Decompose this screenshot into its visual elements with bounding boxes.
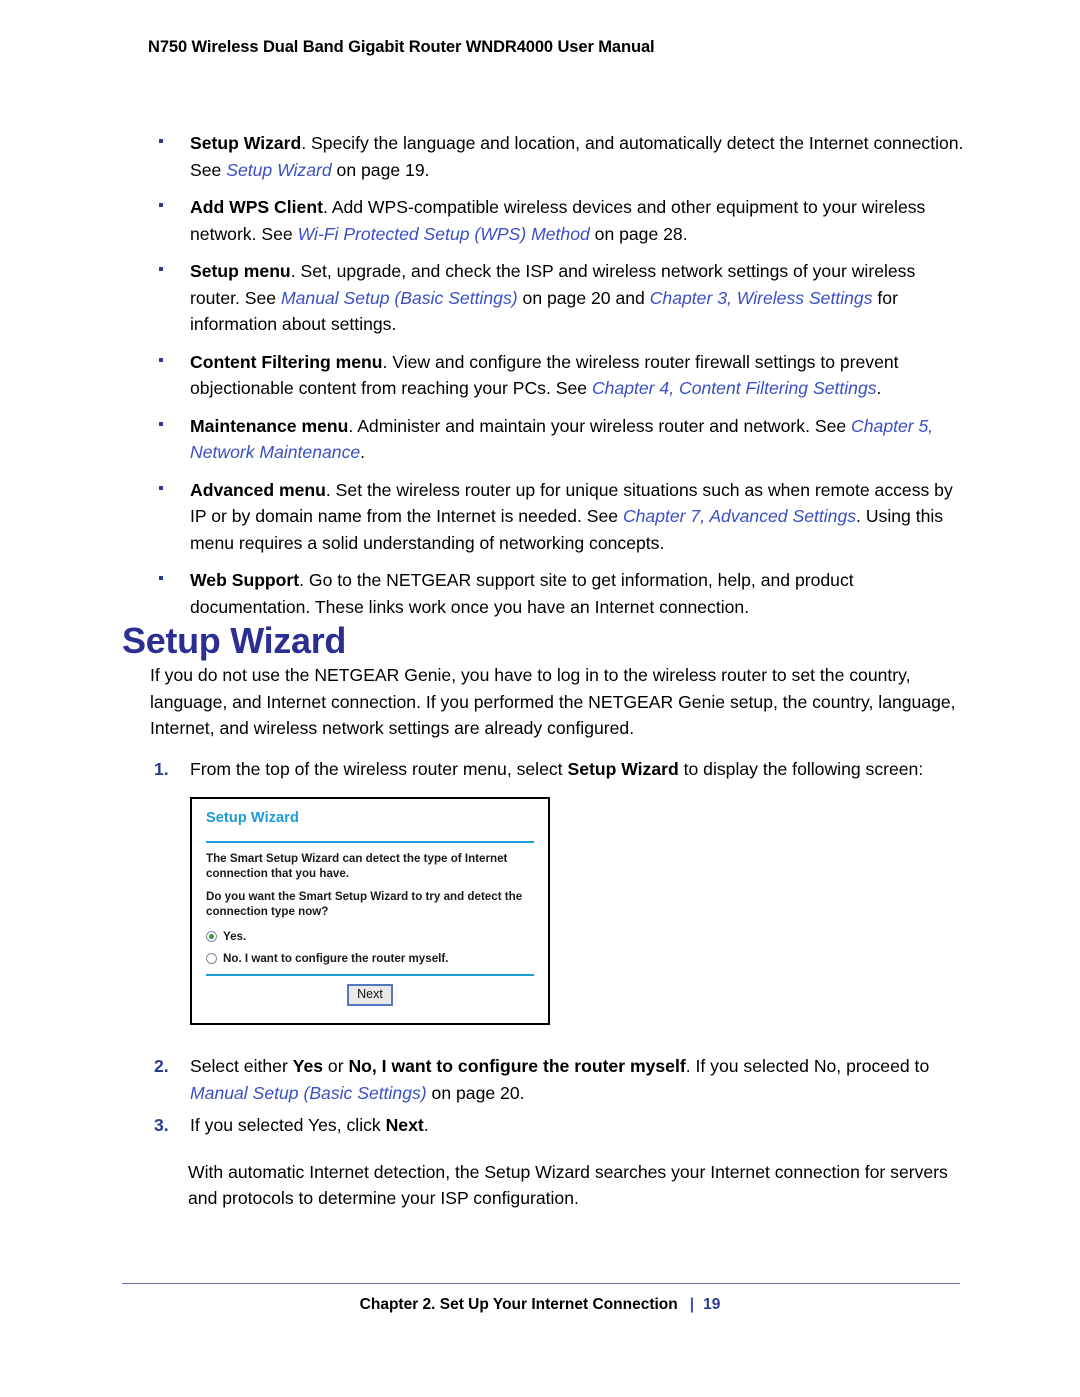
figure-button-row: Next [206, 984, 534, 1006]
page-footer: Chapter 2. Set Up Your Internet Connecti… [0, 1296, 1080, 1314]
figure-radio-group: Yes. No. I want to configure the router … [206, 930, 534, 965]
closing-paragraph: With automatic Internet detection, the S… [188, 1161, 948, 1209]
radio-option-yes[interactable]: Yes. [206, 930, 534, 943]
radio-button-selected-icon[interactable] [206, 931, 217, 942]
step-emphasis: Next [385, 1115, 424, 1135]
step-emphasis: No, I want to configure the router mysel… [348, 1056, 686, 1076]
figure-inner: Setup Wizard The Smart Setup Wizard can … [192, 799, 548, 1006]
footer-divider [122, 1283, 960, 1284]
cross-reference-link[interactable]: Wi-Fi Protected Setup (WPS) Method [298, 224, 590, 244]
bullet-marker-icon [159, 485, 163, 490]
step-number: 1. [154, 758, 169, 779]
footer-separator: | [689, 1296, 695, 1313]
bullet-marker-icon [159, 576, 163, 580]
bullet-text: on page 19. [331, 159, 430, 180]
list-item: Setup menu. Set, upgrade, and check the … [150, 258, 970, 338]
figure-panel-title: Setup Wizard [206, 810, 299, 826]
feature-bullet-list: Setup Wizard. Specify the language and l… [150, 130, 970, 620]
cross-reference-link[interactable]: Manual Setup (Basic Settings) [281, 288, 518, 308]
bullet-text: . [360, 442, 366, 462]
footer-chapter-label: Chapter 2. Set Up Your Internet Connecti… [359, 1296, 678, 1313]
list-item: Content Filtering menu. View and configu… [150, 349, 970, 402]
step-text: . If you selected No, proceed to [685, 1056, 930, 1076]
page-title: Setup Wizard [122, 620, 347, 662]
bullet-lead: Setup Wizard [190, 133, 302, 153]
step-text: If you selected Yes, click [190, 1115, 386, 1135]
list-item: Setup Wizard. Specify the language and l… [150, 130, 970, 183]
cross-reference-link[interactable]: Chapter 4, Content Filtering Settings [592, 378, 877, 398]
bullet-lead: Setup menu [190, 261, 291, 281]
step-text: or [323, 1056, 349, 1076]
figure-paragraph-2: Do you want the Smart Setup Wizard to tr… [206, 890, 523, 918]
bullet-marker-icon [159, 421, 163, 426]
intro-paragraph: If you do not use the NETGEAR Genie, you… [150, 665, 956, 738]
figure-divider-bottom [206, 974, 534, 976]
bullet-list-region: Setup Wizard. Specify the language and l… [150, 130, 970, 631]
radio-option-label: Yes. [223, 930, 247, 943]
setup-wizard-screenshot-figure: Setup Wizard The Smart Setup Wizard can … [190, 797, 550, 1025]
step-emphasis: Yes [292, 1056, 324, 1076]
bullet-lead: Add WPS Client [190, 197, 323, 217]
list-item: Web Support. Go to the NETGEAR support s… [150, 567, 970, 620]
step-3: 3. If you selected Yes, click Next. [150, 1112, 970, 1139]
step-1: 1. From the top of the wireless router me… [150, 756, 970, 783]
step-text: From the top of the wireless router menu… [190, 758, 568, 779]
bullet-marker-icon [159, 203, 163, 207]
cross-reference-link[interactable]: Chapter 3, Wireless Settings [650, 288, 873, 308]
bullet-text: on page 20 and [517, 287, 650, 308]
step-text: to display the following screen: [678, 758, 924, 779]
list-item: Advanced menu. Set the wireless router u… [150, 477, 970, 557]
step-text: on page 20. [426, 1082, 525, 1103]
cross-reference-link[interactable]: Manual Setup (Basic Settings) [190, 1083, 427, 1103]
bullet-marker-icon [159, 139, 163, 143]
bullet-text: . Administer and maintain your wireless … [348, 415, 852, 436]
bullet-marker-icon [159, 267, 163, 271]
running-header: N750 Wireless Dual Band Gigabit Router W… [148, 38, 655, 56]
footer-page-number: 19 [703, 1296, 721, 1313]
cross-reference-link[interactable]: Chapter 7, Advanced Settings [623, 506, 856, 526]
bullet-marker-icon [159, 357, 163, 362]
cross-reference-link[interactable]: Setup Wizard [226, 160, 331, 180]
step-number: 2. [154, 1056, 169, 1076]
bullet-lead: Content Filtering menu [190, 351, 383, 372]
list-item: Add WPS Client. Add WPS-compatible wirel… [150, 194, 970, 247]
figure-divider-top [206, 841, 534, 843]
figure-paragraph-1: The Smart Setup Wizard can detect the ty… [206, 852, 508, 880]
step-text: . [423, 1115, 429, 1135]
step-2: 2. Select either Yes or No, I want to con… [150, 1053, 970, 1106]
bullet-text: . [876, 378, 882, 398]
bullet-lead: Advanced menu [190, 479, 326, 500]
step-text: Select either [190, 1056, 293, 1076]
step-number: 3. [154, 1115, 169, 1135]
bullet-text: on page 28. [589, 223, 688, 244]
radio-button-unselected-icon[interactable] [206, 953, 217, 964]
list-item: Maintenance menu. Administer and maintai… [150, 413, 970, 466]
radio-option-no[interactable]: No. I want to configure the router mysel… [206, 952, 534, 965]
bullet-lead: Maintenance menu [190, 415, 349, 436]
section-body: If you do not use the NETGEAR Genie, you… [150, 662, 970, 788]
next-button[interactable]: Next [347, 984, 393, 1006]
step-emphasis: Setup Wizard [567, 758, 679, 779]
lower-steps: 2. Select either Yes or No, I want to con… [150, 1053, 970, 1145]
radio-option-label: No. I want to configure the router mysel… [223, 952, 449, 965]
bullet-lead: Web Support [190, 570, 300, 590]
